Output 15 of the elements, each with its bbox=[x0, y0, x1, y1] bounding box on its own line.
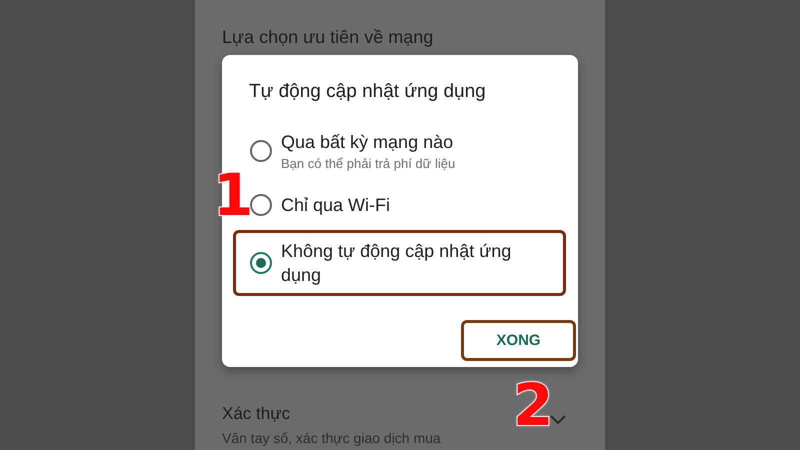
radio-button[interactable] bbox=[250, 252, 272, 274]
option-label: Không tự động cập nhật ứng dụng bbox=[281, 240, 512, 287]
setting-title: Xác thực bbox=[222, 404, 292, 424]
radio-option[interactable]: Không tự động cập nhật ứng dụng bbox=[233, 230, 566, 296]
setting-subtitle: Vân tay số, xác thực giao dịch mua bbox=[222, 430, 441, 446]
option-sublabel: Bạn có thể phải trả phí dữ liệu bbox=[281, 156, 456, 171]
done-button[interactable]: XONG bbox=[461, 320, 576, 361]
radio-button[interactable] bbox=[250, 194, 272, 216]
step-number: 2 bbox=[513, 376, 554, 434]
option-label: Qua bất kỳ mạng nào bbox=[281, 131, 454, 154]
option-label: Chỉ qua Wi-Fi bbox=[281, 194, 390, 217]
chevron-down-icon[interactable] bbox=[550, 415, 566, 425]
dialog-title: Tự động cập nhật ứng dụng bbox=[249, 81, 487, 103]
radio-button[interactable] bbox=[250, 140, 272, 162]
section-title: Lựa chọn ưu tiên về mạng bbox=[222, 27, 434, 48]
